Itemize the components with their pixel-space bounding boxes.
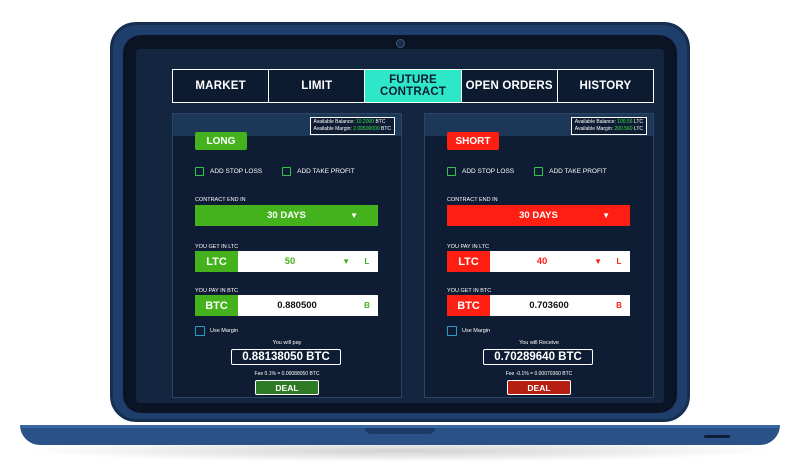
tab-open-orders[interactable]: OPEN ORDERS xyxy=(462,70,558,102)
amount-value: 0.703600 xyxy=(529,300,569,311)
amount-value: 50 xyxy=(284,256,296,267)
ltc-amount-field[interactable]: LTC 50 ▼ L xyxy=(195,251,378,272)
short-balance-box: Available Balance: 100.56 LTC Available … xyxy=(570,117,647,135)
balance-label: Available Balance: xyxy=(574,119,616,125)
long-deal-button[interactable]: DEAL xyxy=(255,380,319,395)
camera-icon xyxy=(396,39,405,48)
total-value: 0.88138050 BTC xyxy=(231,349,341,365)
add-stop-loss-checkbox[interactable]: ADD STOP LOSS xyxy=(195,167,262,176)
btc-amount-field[interactable]: BTC 0.703600 B xyxy=(447,295,630,316)
currency-label: BTC xyxy=(447,295,490,316)
total-label: You will pay xyxy=(272,340,302,346)
currency-label: LTC xyxy=(195,251,238,272)
lid-notch xyxy=(365,428,435,434)
ltc-amount-field[interactable]: LTC 40 ▼ L xyxy=(447,251,630,272)
balance-value: 100.56 xyxy=(617,119,633,125)
currency-label: LTC xyxy=(447,251,490,272)
fee-text: Fee 0.1% = 0.00088050 BTC xyxy=(254,371,320,377)
tab-future-contract-label: FUTURE CONTRACT xyxy=(379,74,447,98)
checkbox-box xyxy=(195,167,204,176)
amount-value: 40 xyxy=(536,256,548,267)
port-slot xyxy=(704,435,730,438)
margin-value: 200.560 xyxy=(614,126,633,132)
laptop-lid: MARKET LIMIT FUTURE CONTRACT OPEN ORDERS… xyxy=(110,22,690,422)
checkbox-label: ADD STOP LOSS xyxy=(210,168,263,175)
use-margin-checkbox[interactable]: Use Margin xyxy=(447,326,490,336)
contract-end-value: 30 DAYS xyxy=(267,210,306,221)
short-deal-button[interactable]: DEAL xyxy=(507,380,571,395)
chevron-down-icon: ▼ xyxy=(350,211,358,220)
screen-bezel: MARKET LIMIT FUTURE CONTRACT OPEN ORDERS… xyxy=(123,35,677,413)
total-value: 0.70289640 BTC xyxy=(483,349,593,365)
long-panel: Available Balance: 10.2000 BTC Available… xyxy=(172,113,402,398)
checkbox-box xyxy=(282,167,292,176)
tab-history[interactable]: HISTORY xyxy=(558,70,653,102)
checkbox-label: Use Margin xyxy=(210,328,239,334)
long-options: ADD STOP LOSS ADD TAKE PROFIT xyxy=(195,167,355,176)
balance-unit: LTC xyxy=(633,119,643,125)
tab-market[interactable]: MARKET xyxy=(173,70,270,102)
pay-ltc-label: YOU PAY IN LTC xyxy=(447,244,490,250)
unit-suffix: B xyxy=(364,301,370,310)
get-ltc-label: YOU GET IN LTC xyxy=(195,244,239,250)
laptop-base xyxy=(20,425,780,445)
add-take-profit-checkbox[interactable]: ADD TAKE PROFIT xyxy=(534,167,607,176)
margin-unit: BTC xyxy=(381,126,391,132)
amount-value: 0.880500 xyxy=(277,300,317,311)
balance-unit: BTC xyxy=(375,119,386,125)
add-stop-loss-checkbox[interactable]: ADD STOP LOSS xyxy=(447,167,514,176)
checkbox-label: ADD STOP LOSS xyxy=(462,168,515,175)
margin-value: 2.00500000 xyxy=(353,126,380,132)
currency-label: BTC xyxy=(195,295,238,316)
screen: MARKET LIMIT FUTURE CONTRACT OPEN ORDERS… xyxy=(136,49,664,403)
total-label: You will Receive xyxy=(519,340,559,346)
checkbox-label: Use Margin xyxy=(462,328,491,334)
contract-end-label: CONTRACT END IN xyxy=(195,197,246,203)
fee-text: Fee -0.1% = 0.00070360 BTC xyxy=(505,371,573,377)
trade-tabs: MARKET LIMIT FUTURE CONTRACT OPEN ORDERS… xyxy=(172,69,654,103)
short-options: ADD STOP LOSS ADD TAKE PROFIT xyxy=(447,167,607,176)
balance-value: 10.2000 xyxy=(355,119,375,125)
btc-amount-field[interactable]: BTC 0.880500 B xyxy=(195,295,378,316)
long-button[interactable]: LONG xyxy=(195,132,247,150)
chevron-down-icon[interactable]: ▼ xyxy=(594,257,602,266)
unit-suffix: B xyxy=(616,301,622,310)
short-panel: Available Balance: 100.56 LTC Available … xyxy=(424,113,654,398)
checkbox-box xyxy=(534,167,544,176)
tab-future-contract[interactable]: FUTURE CONTRACT xyxy=(365,70,462,102)
checkbox-label: ADD TAKE PROFIT xyxy=(297,168,355,175)
contract-end-label: CONTRACT END IN xyxy=(447,197,498,203)
get-btc-label: YOU GET IN BTC xyxy=(447,288,492,294)
tab-limit[interactable]: LIMIT xyxy=(269,70,366,102)
contract-end-select[interactable]: 30 DAYS ▼ xyxy=(447,205,630,226)
checkbox-box xyxy=(195,326,205,336)
pay-btc-label: YOU PAY IN BTC xyxy=(195,288,239,294)
margin-label: Available Margin: xyxy=(313,126,352,132)
contract-end-value: 30 DAYS xyxy=(519,210,558,221)
checkbox-box xyxy=(447,167,456,176)
balance-label: Available Balance: xyxy=(313,119,355,125)
checkbox-label: ADD TAKE PROFIT xyxy=(549,168,607,175)
margin-unit: LTC xyxy=(633,126,643,132)
use-margin-checkbox[interactable]: Use Margin xyxy=(195,326,238,336)
contract-end-select[interactable]: 30 DAYS ▼ xyxy=(195,205,378,226)
checkbox-box xyxy=(447,326,457,336)
add-take-profit-checkbox[interactable]: ADD TAKE PROFIT xyxy=(282,167,355,176)
chevron-down-icon: ▼ xyxy=(602,211,610,220)
short-button[interactable]: SHORT xyxy=(447,132,499,150)
unit-suffix: L xyxy=(616,257,622,266)
chevron-down-icon[interactable]: ▼ xyxy=(342,257,350,266)
margin-label: Available Margin: xyxy=(574,126,614,132)
unit-suffix: L xyxy=(364,257,370,266)
long-balance-box: Available Balance: 10.2000 BTC Available… xyxy=(309,117,395,135)
